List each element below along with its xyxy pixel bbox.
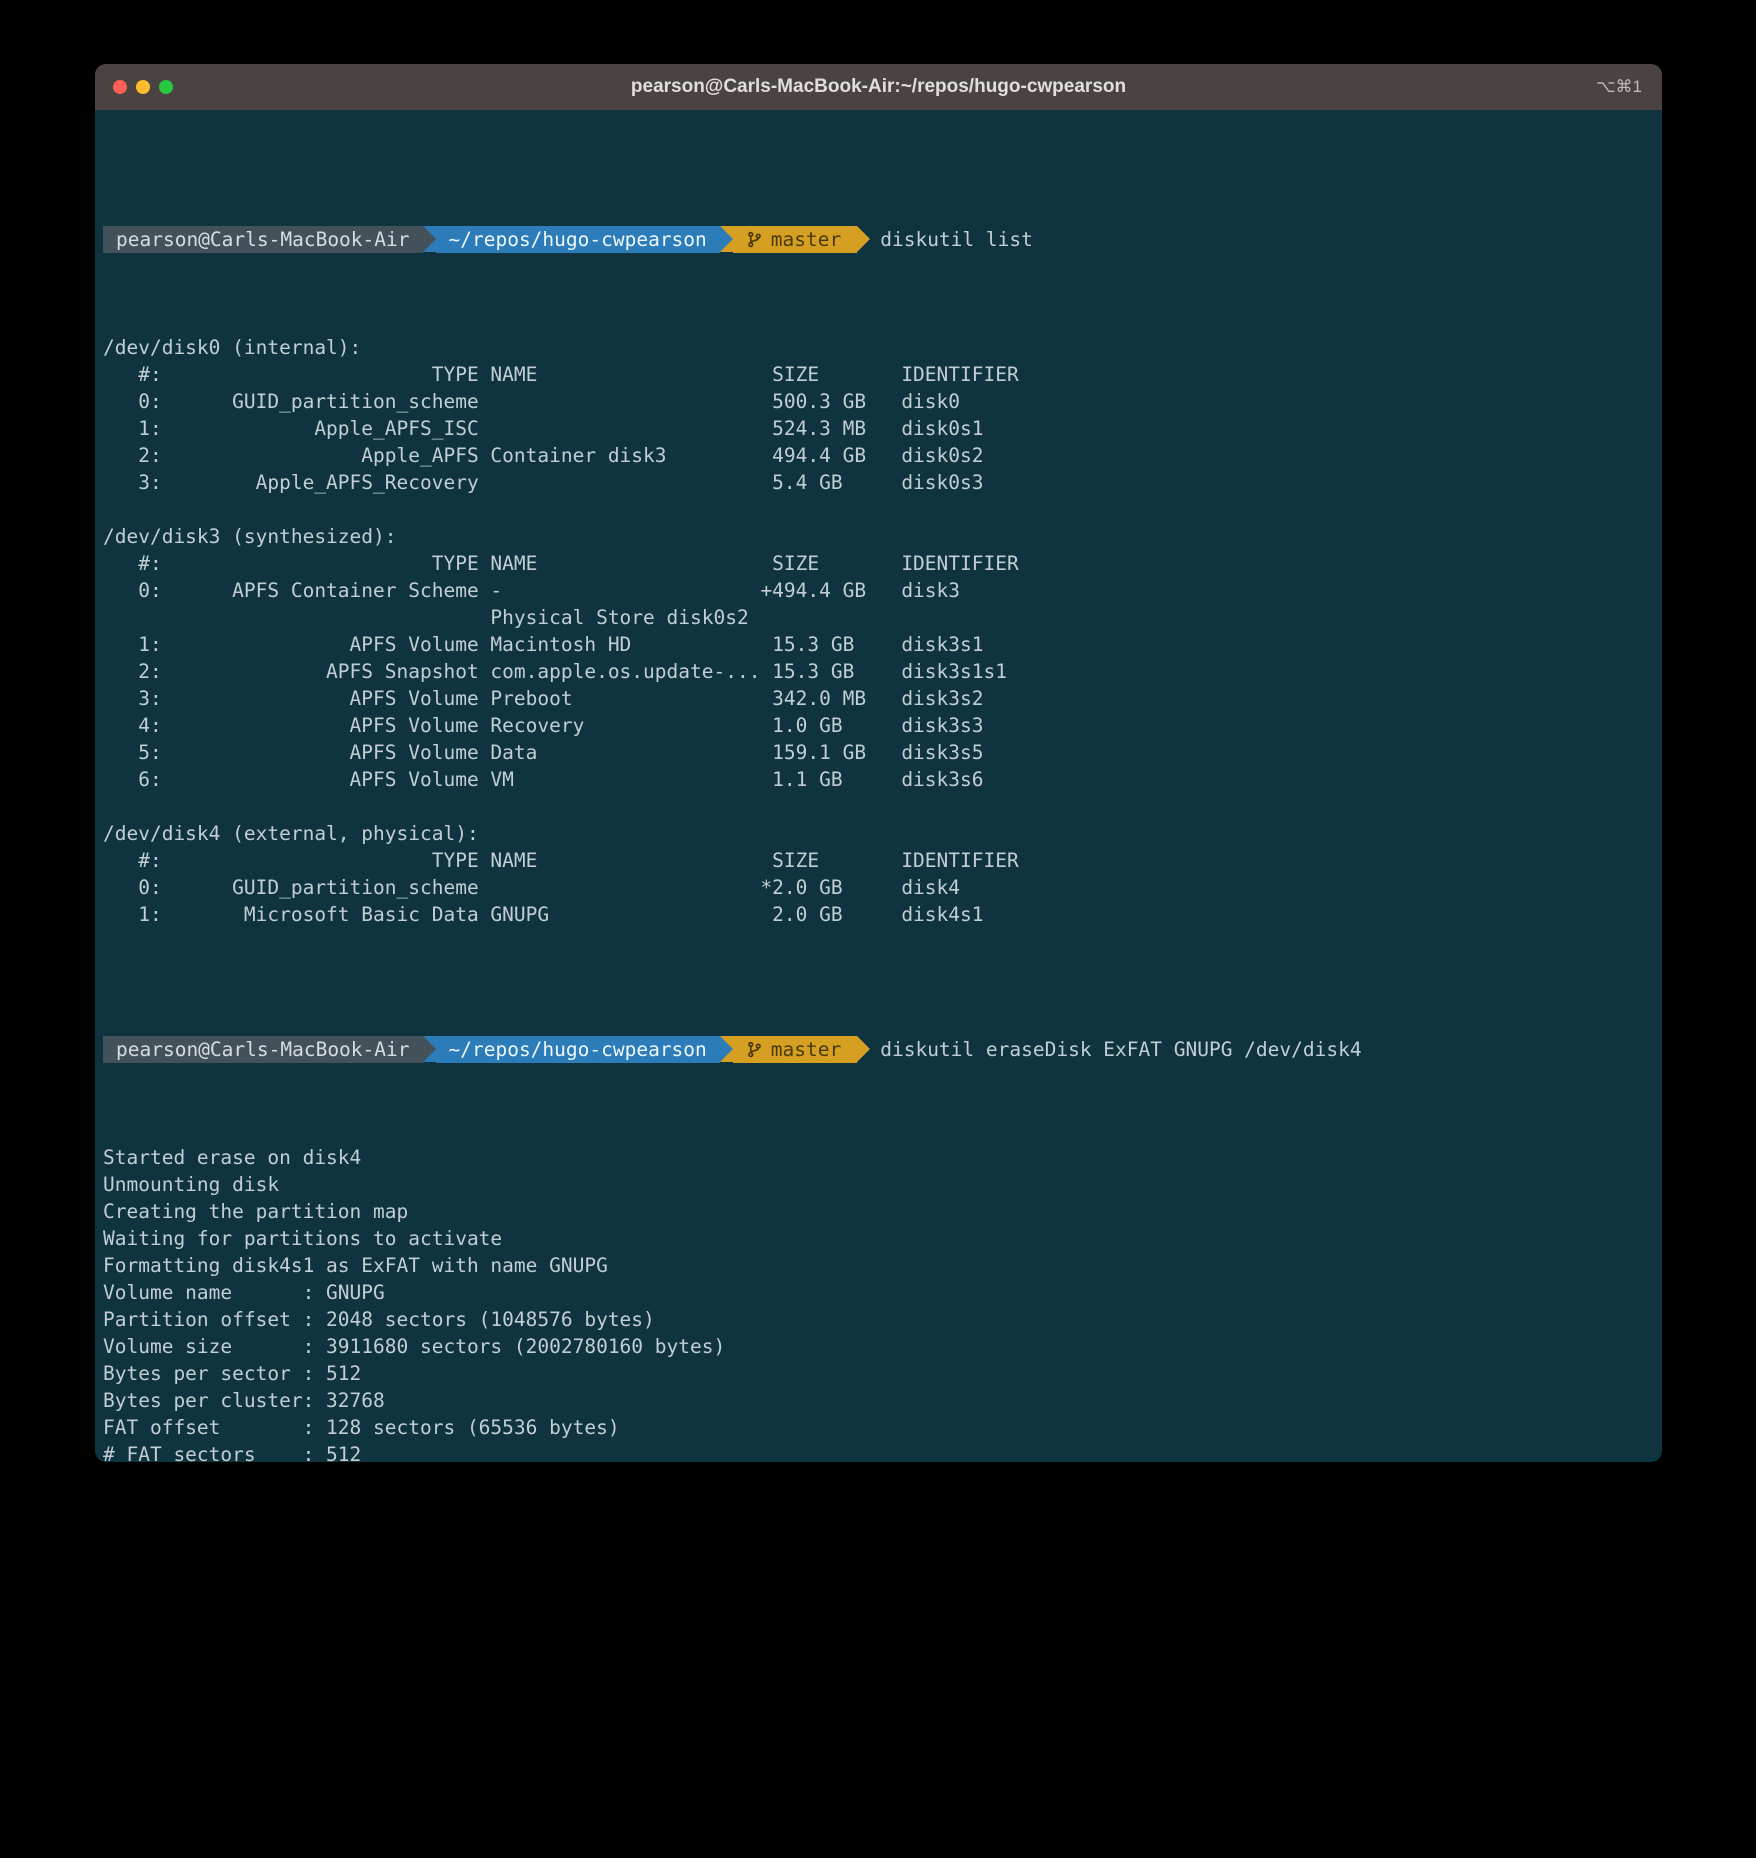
window-controls bbox=[95, 80, 173, 94]
minimize-button[interactable] bbox=[136, 80, 150, 94]
powerline-arrow-icon bbox=[720, 1036, 733, 1062]
git-branch-name: master bbox=[771, 1036, 841, 1063]
close-button[interactable] bbox=[113, 80, 127, 94]
window-title: pearson@Carls-MacBook-Air:~/repos/hugo-c… bbox=[95, 64, 1662, 110]
powerline-arrow-icon bbox=[857, 1036, 870, 1062]
titlebar[interactable]: pearson@Carls-MacBook-Air:~/repos/hugo-c… bbox=[95, 64, 1662, 110]
prompt-git-segment: master bbox=[733, 226, 857, 253]
terminal-window: pearson@Carls-MacBook-Air:~/repos/hugo-c… bbox=[95, 64, 1662, 1462]
prompt-user-host: pearson@Carls-MacBook-Air bbox=[103, 226, 423, 253]
prompt-cwd: ~/repos/hugo-cwpearson bbox=[436, 226, 720, 253]
diskutil-list-output: /dev/disk0 (internal): #: TYPE NAME SIZE… bbox=[103, 334, 1662, 928]
git-branch-name: master bbox=[771, 226, 841, 253]
git-branch-icon bbox=[746, 231, 763, 248]
terminal-content[interactable]: pearson@Carls-MacBook-Air ~/repos/hugo-c… bbox=[95, 110, 1662, 1462]
git-branch-icon bbox=[746, 1041, 763, 1058]
erase-disk-output: Started erase on disk4 Unmounting disk C… bbox=[103, 1144, 1662, 1462]
powerline-arrow-icon bbox=[857, 226, 870, 252]
window-shortcut-badge: ⌥⌘1 bbox=[1596, 77, 1662, 97]
prompt-user-host: pearson@Carls-MacBook-Air bbox=[103, 1036, 423, 1063]
shell-prompt: pearson@Carls-MacBook-Air ~/repos/hugo-c… bbox=[103, 1036, 1662, 1063]
powerline-arrow-icon bbox=[720, 226, 733, 252]
powerline-arrow-icon bbox=[423, 226, 436, 252]
zoom-button[interactable] bbox=[159, 80, 173, 94]
prompt-cwd: ~/repos/hugo-cwpearson bbox=[436, 1036, 720, 1063]
command-text: diskutil eraseDisk ExFAT GNUPG /dev/disk… bbox=[870, 1036, 1361, 1063]
shell-prompt: pearson@Carls-MacBook-Air ~/repos/hugo-c… bbox=[103, 226, 1662, 253]
powerline-arrow-icon bbox=[423, 1036, 436, 1062]
prompt-git-segment: master bbox=[733, 1036, 857, 1063]
command-text: diskutil list bbox=[870, 226, 1033, 253]
